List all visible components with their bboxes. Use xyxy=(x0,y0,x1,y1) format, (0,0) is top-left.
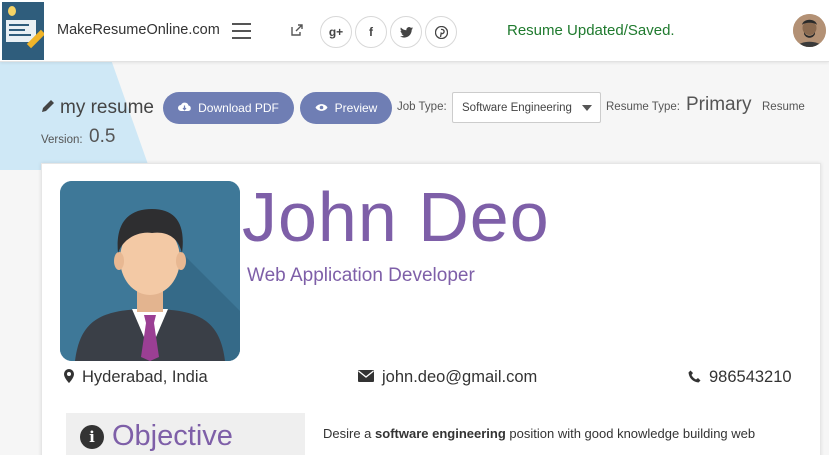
hamburger-menu-icon[interactable] xyxy=(232,23,251,39)
google-plus-icon[interactable]: g+ xyxy=(320,16,352,48)
eye-icon xyxy=(315,101,328,115)
save-status: Resume Updated/Saved. xyxy=(507,22,675,39)
contact-phone[interactable]: 986543210 xyxy=(688,368,792,387)
candidate-role[interactable]: Web Application Developer xyxy=(247,265,475,287)
twitter-icon[interactable] xyxy=(390,16,422,48)
download-pdf-button[interactable]: Download PDF xyxy=(163,92,294,124)
info-icon: i xyxy=(80,424,104,449)
logo-icon[interactable] xyxy=(2,2,44,60)
preview-button[interactable]: Preview xyxy=(300,92,392,124)
share-icon[interactable] xyxy=(291,24,303,40)
cloud-download-icon xyxy=(178,101,191,115)
user-avatar[interactable] xyxy=(793,14,826,47)
pinterest-icon[interactable] xyxy=(425,16,457,48)
objective-header: i Objective xyxy=(66,413,305,455)
phone-text: 986543210 xyxy=(709,368,792,386)
candidate-name[interactable]: John Deo xyxy=(242,174,550,260)
map-marker-icon xyxy=(64,369,74,386)
email-text: john.deo@gmail.com xyxy=(382,368,538,386)
objective-text-prefix: Desire a xyxy=(323,426,376,441)
job-type-value: Software Engineering xyxy=(462,101,572,114)
envelope-icon xyxy=(358,370,374,385)
location-text: Hyderabad, India xyxy=(82,368,208,386)
resume-title[interactable]: my resume xyxy=(41,97,154,119)
pencil-icon xyxy=(41,99,55,117)
top-navbar: MakeResumeOnline.com g+ f Resume Updated… xyxy=(0,0,829,62)
version-label: Version: xyxy=(41,134,83,146)
profile-photo[interactable] xyxy=(60,181,240,361)
version-value[interactable]: 0.5 xyxy=(89,126,115,148)
job-type-label: Job Type: xyxy=(397,101,447,113)
objective-title[interactable]: Objective xyxy=(112,420,233,453)
phone-icon xyxy=(688,370,701,386)
objective-text-suffix: position with good knowledge building we… xyxy=(505,426,756,441)
job-type-select[interactable]: Software Engineering xyxy=(452,92,601,123)
resume-type-value[interactable]: Primary xyxy=(686,94,751,116)
chevron-down-icon xyxy=(582,105,592,111)
contact-location[interactable]: Hyderabad, India xyxy=(64,368,208,387)
resume-version-label: Resume xyxy=(762,101,805,113)
brand-name[interactable]: MakeResumeOnline.com xyxy=(57,22,220,38)
objective-text[interactable]: Desire a software engineering position w… xyxy=(323,426,755,441)
download-pdf-label: Download PDF xyxy=(198,101,279,115)
preview-label: Preview xyxy=(334,101,378,115)
resume-card: John Deo Web Application Developer Hyder… xyxy=(41,163,821,455)
facebook-icon[interactable]: f xyxy=(355,16,387,48)
resume-title-label: my resume xyxy=(60,97,154,118)
objective-text-bold: software engineering xyxy=(375,426,506,441)
contact-email[interactable]: john.deo@gmail.com xyxy=(358,368,537,387)
resume-type-label: Resume Type: xyxy=(606,101,680,113)
